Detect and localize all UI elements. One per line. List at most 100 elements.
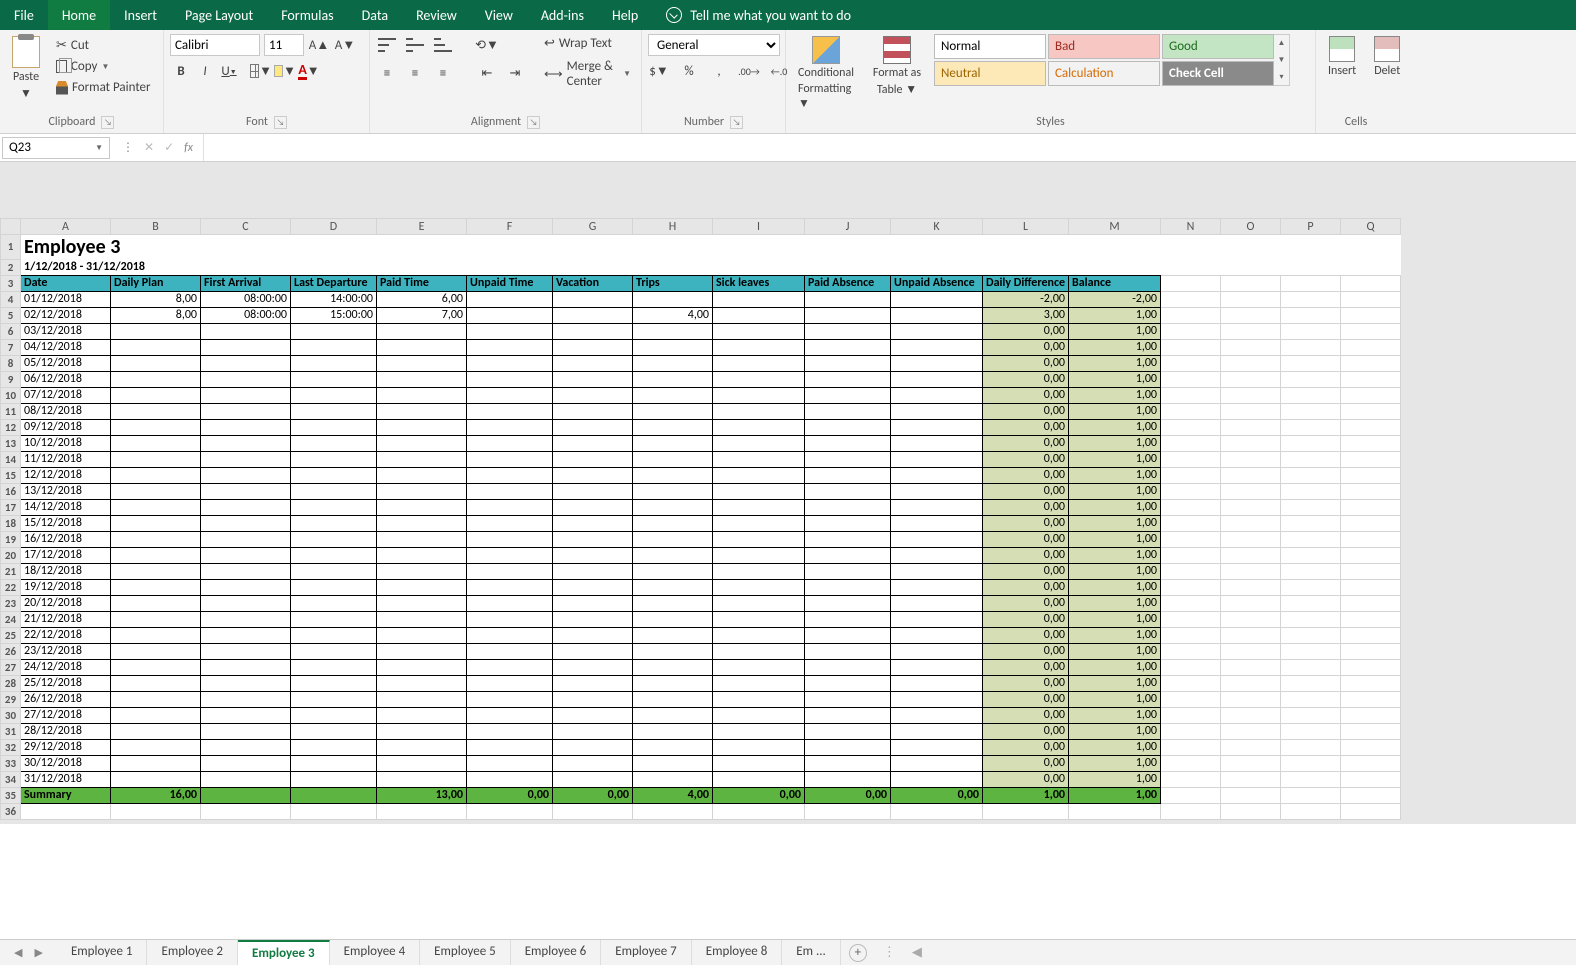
cell[interactable] [467,435,553,451]
menu-tab-home[interactable]: Home [48,0,110,30]
cell[interactable]: 08:00:00 [201,307,291,323]
summary-cell[interactable]: 0,00 [713,787,805,803]
cell[interactable] [291,675,377,691]
cell[interactable]: 04/12/2018 [21,339,111,355]
cell[interactable]: 02/12/2018 [21,307,111,323]
cell[interactable] [713,627,805,643]
cell[interactable] [805,339,891,355]
cell[interactable] [111,579,201,595]
bold-button[interactable]: B [170,60,192,82]
cell[interactable] [553,675,633,691]
cell[interactable] [553,771,633,787]
cell[interactable] [467,291,553,307]
cell[interactable] [805,435,891,451]
cell[interactable]: 25/12/2018 [21,675,111,691]
row-header-15[interactable]: 15 [1,467,21,483]
cell[interactable]: 1,00 [1069,387,1161,403]
cell[interactable]: 8,00 [111,291,201,307]
row-header-12[interactable]: 12 [1,419,21,435]
delete-cells-button[interactable]: Delet [1368,34,1406,80]
cell[interactable]: 0,00 [983,451,1069,467]
cell[interactable] [111,531,201,547]
cell[interactable]: 1,00 [1069,371,1161,387]
enter-formula-icon[interactable]: ✓ [164,140,174,155]
summary-cell[interactable]: 0,00 [467,787,553,803]
cell[interactable]: 15/12/2018 [21,515,111,531]
cell[interactable] [377,675,467,691]
cell[interactable]: 1,00 [1069,419,1161,435]
cell[interactable] [633,451,713,467]
cell[interactable] [467,515,553,531]
cell[interactable] [805,515,891,531]
row-header-33[interactable]: 33 [1,755,21,771]
cell[interactable] [553,595,633,611]
cell[interactable] [201,579,291,595]
cell[interactable] [467,563,553,579]
cell[interactable] [201,371,291,387]
sheet-title[interactable]: Employee 3 [21,235,1161,260]
cell[interactable] [377,771,467,787]
cancel-formula-icon[interactable]: ✕ [144,140,154,155]
summary-cell[interactable]: 0,00 [891,787,983,803]
cell[interactable]: 21/12/2018 [21,611,111,627]
cell[interactable] [713,547,805,563]
menu-tab-insert[interactable]: Insert [110,0,171,30]
cell[interactable] [805,307,891,323]
cell[interactable] [891,403,983,419]
row-header-11[interactable]: 11 [1,403,21,419]
cell[interactable] [891,579,983,595]
col-header-J[interactable]: J [805,219,891,235]
cell[interactable] [805,723,891,739]
comma-button[interactable]: , [708,60,730,82]
cell[interactable] [291,435,377,451]
cell[interactable] [377,403,467,419]
cell[interactable] [805,755,891,771]
cell[interactable] [713,675,805,691]
increase-decimal-button[interactable]: .00→ [738,60,760,82]
cell[interactable] [291,691,377,707]
cell[interactable] [111,387,201,403]
cell[interactable] [291,723,377,739]
cell[interactable] [713,659,805,675]
cell[interactable] [111,675,201,691]
summary-cell[interactable]: Summary [21,787,111,803]
cell[interactable] [713,579,805,595]
cell[interactable] [891,707,983,723]
cell[interactable] [291,483,377,499]
number-dialog-launcher[interactable]: ↘ [730,116,743,129]
cell[interactable] [111,563,201,579]
style-calculation[interactable]: Calculation [1048,61,1160,86]
table-header[interactable]: Paid Absence [805,275,891,291]
cell[interactable] [291,659,377,675]
style-normal[interactable]: Normal [934,34,1046,59]
cell[interactable] [713,611,805,627]
cell[interactable] [805,403,891,419]
worksheet-area[interactable]: ABCDEFGHIJKLMNOPQ1Employee 321/12/2018 -… [0,162,1576,824]
cell[interactable] [291,595,377,611]
cell[interactable] [553,371,633,387]
cell[interactable] [291,627,377,643]
menu-tab-review[interactable]: Review [402,0,471,30]
cell[interactable] [467,643,553,659]
cell[interactable] [891,563,983,579]
cell[interactable]: 10/12/2018 [21,435,111,451]
sheet-tab[interactable]: Employee 3 [238,940,330,965]
col-header-P[interactable]: P [1281,219,1341,235]
cell[interactable] [713,563,805,579]
cell[interactable] [891,547,983,563]
cell[interactable] [713,451,805,467]
cell[interactable] [633,387,713,403]
cell[interactable]: 6,00 [377,291,467,307]
cell[interactable]: 0,00 [983,579,1069,595]
row-header-31[interactable]: 31 [1,723,21,739]
cell[interactable] [377,419,467,435]
row-header-16[interactable]: 16 [1,483,21,499]
cell[interactable] [377,595,467,611]
cell[interactable] [111,739,201,755]
cell[interactable] [553,755,633,771]
cell[interactable] [467,723,553,739]
cell[interactable] [111,451,201,467]
cell[interactable] [805,739,891,755]
cell[interactable] [633,579,713,595]
cell[interactable]: 05/12/2018 [21,355,111,371]
